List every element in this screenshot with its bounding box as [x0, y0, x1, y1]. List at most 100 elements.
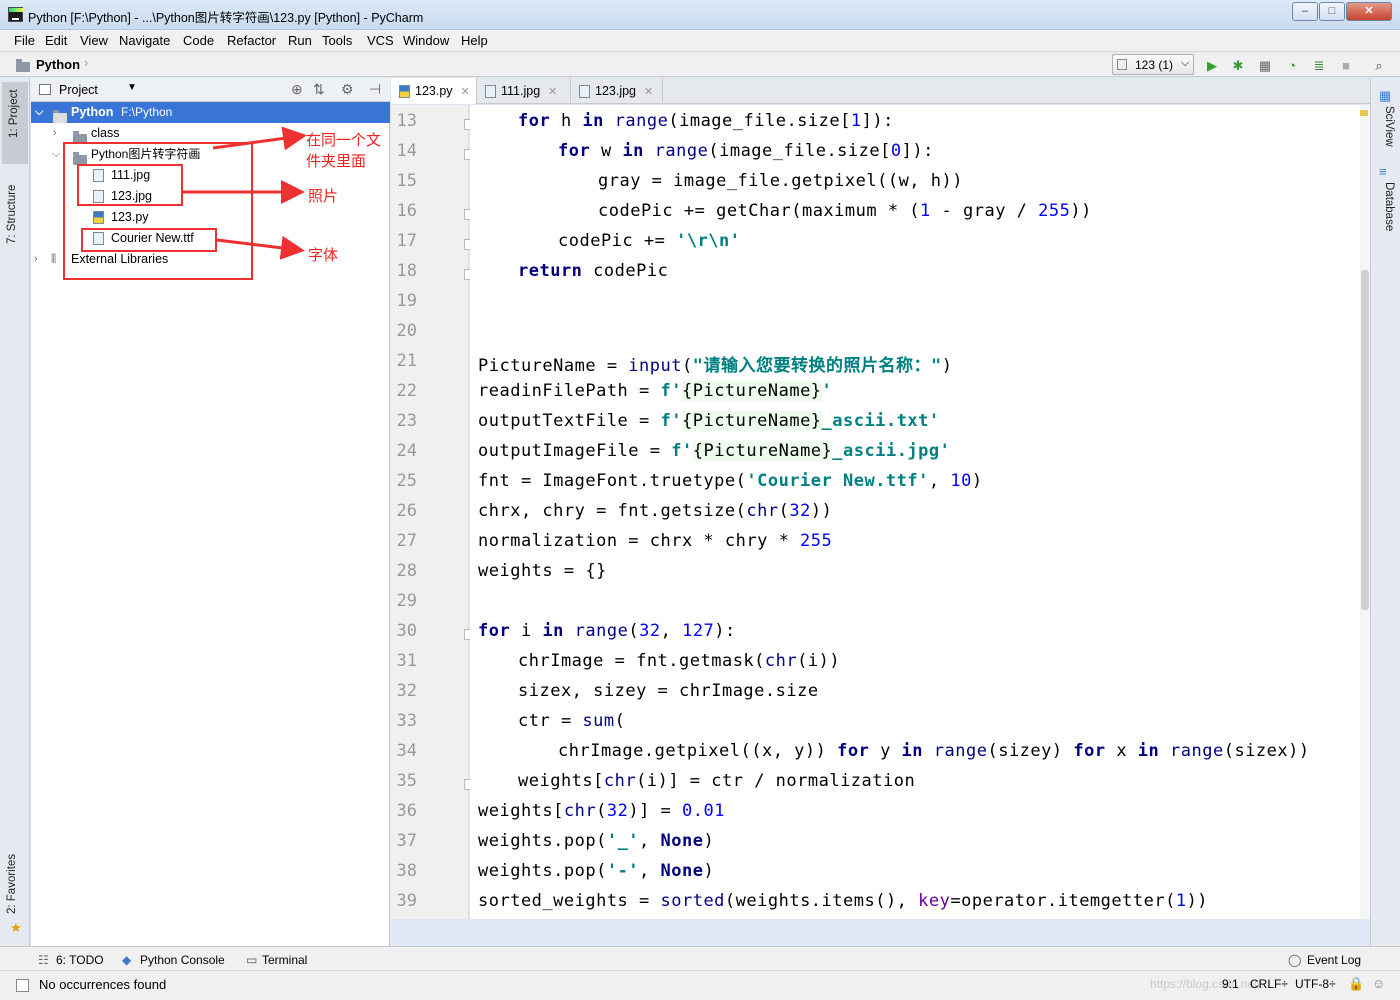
menu-window[interactable]: Window [403, 33, 449, 48]
menu-view[interactable]: View [80, 33, 108, 48]
event-log-icon: ◯ [1288, 953, 1302, 967]
todo-icon: ☷ [38, 953, 49, 967]
line-number: 34 [396, 741, 417, 761]
tab-123jpg[interactable]: 123.jpg ✕ [571, 78, 663, 104]
line-number: 29 [396, 591, 417, 611]
inspector-icon[interactable]: ☺ [1372, 976, 1385, 991]
database-tool-label[interactable]: Database [1383, 182, 1395, 231]
line-number: 23 [396, 411, 417, 431]
line-number: 31 [396, 651, 417, 671]
code-line: gray = image_file.getpixel((w, h)) [598, 171, 963, 191]
font-file-string: 'Courier New.ttf' [746, 471, 929, 491]
chevron-down-icon: ⌵ [1181, 57, 1190, 69]
code-line: PictureName = input("请输入您要转换的照片名称：") [478, 356, 953, 376]
code-line: for h in range(image_file.size[1]): [518, 111, 894, 131]
code-line: readinFilePath = f'{PictureName}' [478, 381, 833, 401]
tab-123py[interactable]: 123.py ✕ [391, 78, 477, 104]
code-line: fnt = ImageFont.truetype('Courier New.tt… [478, 471, 983, 491]
line-number: 15 [396, 171, 417, 191]
breadcrumb-chevron-icon: › [84, 56, 89, 70]
right-tool-strip: ▦ SciView ≡ Database [1370, 78, 1400, 946]
status-message: No occurrences found [39, 977, 167, 992]
line-separator[interactable]: CRLF÷ [1250, 977, 1288, 991]
editor-gutter: 13 14 15 16 17 18 19 20 21 22 23 24 25 26 27 28 29 30 31 32… [391, 105, 475, 919]
code-line: chrImage = fnt.getmask(chr(i)) [518, 651, 841, 671]
code-line: sizex, sizey = chrImage.size [518, 681, 819, 701]
line-number: 28 [396, 561, 417, 581]
menu-help[interactable]: Help [461, 33, 488, 48]
code-line: for i in range(32, 127): [478, 621, 736, 641]
menu-vcs[interactable]: VCS [367, 33, 394, 48]
warning-marker[interactable] [1360, 110, 1368, 116]
sciview-icon: ▦ [1379, 88, 1392, 103]
line-number: 30 [396, 621, 417, 641]
terminal-icon: ▭ [246, 953, 258, 967]
run-config-selector[interactable]: 123 (1) ⌵ [1112, 54, 1194, 75]
line-number: 14 [396, 141, 417, 161]
code-line: return codePic [518, 261, 669, 281]
code-line: weights.pop('_', None) [478, 831, 715, 851]
code-line: weights[chr(32)] = 0.01 [478, 801, 725, 821]
code-line: codePic += '\r\n' [558, 231, 741, 251]
coverage-icon[interactable]: ▦ [1256, 57, 1274, 75]
code-line: sorted_weights = sorted(weights.items(),… [478, 891, 1209, 911]
concurrency-icon[interactable]: ≣ [1310, 57, 1328, 75]
code-line: for w in range(image_file.size[0]): [558, 141, 934, 161]
lock-icon[interactable]: 🔒 [1348, 976, 1364, 992]
line-number: 37 [396, 831, 417, 851]
maximize-button[interactable]: □ [1319, 2, 1345, 21]
line-number: 27 [396, 531, 417, 551]
code-editor[interactable]: for h in range(image_file.size[1]): for … [470, 105, 1360, 919]
annotation-photos: 照片 [308, 188, 339, 205]
tab-111jpg[interactable]: 111.jpg ✕ [477, 78, 571, 104]
menu-edit[interactable]: Edit [45, 33, 67, 48]
bottom-tool-bar: ☷ 6: TODO ◆ Python Console ▭ Terminal ◯ … [0, 946, 1400, 970]
todo-tab[interactable]: 6: TODO [56, 953, 104, 967]
code-line: chrx, chry = fnt.getsize(chr(32)) [478, 501, 833, 521]
line-number: 38 [396, 861, 417, 881]
code-line: codePic += getChar(maximum * (1 - gray /… [598, 201, 1092, 221]
structure-tool-label[interactable]: 7: Structure [6, 185, 18, 244]
caret-position[interactable]: 9:1 [1222, 977, 1239, 991]
menu-tools[interactable]: Tools [322, 33, 352, 48]
menu-code[interactable]: Code [183, 33, 214, 48]
breadcrumb[interactable]: Python [36, 57, 80, 72]
minimize-button[interactable]: – [1292, 2, 1318, 21]
python-console-icon: ◆ [122, 953, 132, 967]
code-line: weights = {} [478, 561, 607, 581]
tab-label: 123.py [415, 84, 453, 98]
editor-tab-bar: 123.py ✕ 111.jpg ✕ 123.jpg ✕ [391, 78, 1370, 104]
profile-icon[interactable]: ◔ [1283, 57, 1301, 75]
close-tab-icon[interactable]: ✕ [644, 86, 653, 98]
status-window-icon[interactable] [16, 979, 29, 992]
event-log-tab[interactable]: Event Log [1307, 953, 1361, 967]
search-icon[interactable]: ⌕ [1370, 57, 1388, 75]
code-line: weights[chr(i)] = ctr / normalization [518, 771, 916, 791]
stop-icon[interactable]: ■ [1337, 57, 1355, 75]
line-number: 24 [396, 441, 417, 461]
menu-navigate[interactable]: Navigate [119, 33, 170, 48]
line-number: 13 [396, 111, 417, 131]
sciview-tool-label[interactable]: SciView [1383, 106, 1395, 147]
project-tool-label: 1: Project [8, 89, 20, 138]
menu-file[interactable]: File [14, 33, 35, 48]
favorites-tool-label[interactable]: 2: Favorites [6, 854, 18, 914]
menu-refactor[interactable]: Refactor [227, 33, 276, 48]
project-tool-tab[interactable]: 1: Project [2, 82, 28, 164]
debug-icon[interactable]: ✱ [1229, 57, 1247, 75]
python-console-tab[interactable]: Python Console [140, 953, 225, 967]
annotation-same-folder: 在同一个文件夹里面 [306, 132, 382, 170]
run-config-label: 123 (1) [1135, 58, 1174, 72]
close-button[interactable]: ✕ [1346, 2, 1392, 21]
line-number: 25 [396, 471, 417, 491]
annotation-font: 字体 [308, 247, 339, 264]
status-bar: No occurrences found https://blog.csdn.n… [0, 970, 1400, 1000]
run-icon[interactable]: ▶ [1203, 57, 1221, 75]
file-encoding[interactable]: UTF-8÷ [1295, 977, 1336, 991]
close-tab-icon[interactable]: ✕ [461, 86, 470, 98]
menu-run[interactable]: Run [288, 33, 312, 48]
scrollbar-thumb[interactable] [1361, 270, 1369, 610]
close-tab-icon[interactable]: ✕ [548, 86, 557, 98]
line-number: 35 [396, 771, 417, 791]
terminal-tab[interactable]: Terminal [262, 953, 307, 967]
